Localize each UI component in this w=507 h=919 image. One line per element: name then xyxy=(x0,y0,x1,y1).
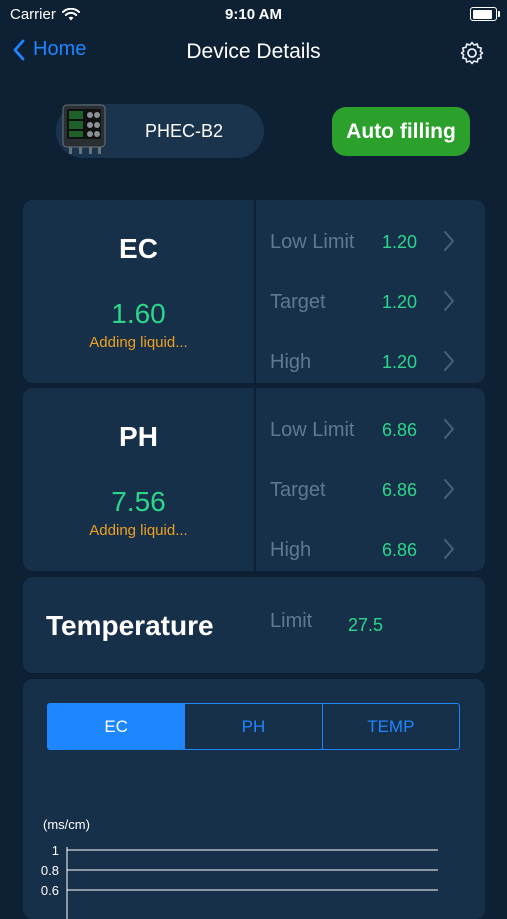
chevron-right-icon xyxy=(444,351,454,371)
card-divider xyxy=(254,200,256,383)
ph-card: PH 7.56 Adding liquid... Low Limit 6.86 … xyxy=(23,388,485,571)
chevron-right-icon xyxy=(444,479,454,499)
y-tick-label: 1 xyxy=(52,843,59,858)
y-axis-unit-label: (ms/cm) xyxy=(43,817,90,832)
ph-high-value: 6.86 xyxy=(382,540,418,560)
ec-title: EC xyxy=(119,233,158,264)
ec-target-label: Target xyxy=(270,291,326,313)
ec-low-limit-value: 1.20 xyxy=(382,232,418,252)
clock: 9:10 AM xyxy=(225,6,282,23)
device-name: PHEC-B2 xyxy=(144,121,224,141)
navigation-bar: Home Device Details xyxy=(0,30,507,74)
ph-target-label: Target xyxy=(270,479,326,501)
ec-summary: EC 1.60 Adding liquid... xyxy=(23,200,254,383)
ec-low-limit-label: Low Limit xyxy=(270,231,355,253)
ec-high-row[interactable]: High 1.20 xyxy=(270,341,480,381)
ec-target-value: 1.20 xyxy=(382,292,418,312)
ph-value: 7.56 xyxy=(111,486,166,517)
status-bar: Carrier 9:10 AM xyxy=(0,0,507,28)
ec-value: 1.60 xyxy=(111,298,166,329)
ph-high-label: High xyxy=(270,539,312,561)
gear-icon[interactable] xyxy=(459,40,485,66)
device-image xyxy=(62,104,106,154)
chevron-right-icon xyxy=(444,231,454,251)
y-tick-label: 0.8 xyxy=(41,863,59,878)
ec-card: EC 1.60 Adding liquid... Low Limit 1.20 … xyxy=(23,200,485,383)
ph-low-limit-value: 6.86 xyxy=(382,420,418,440)
temperature-limit-value: 27.5 xyxy=(348,615,384,635)
ph-target-value: 6.86 xyxy=(382,480,418,500)
ph-high-row[interactable]: High 6.86 xyxy=(270,529,480,569)
ec-status: Adding liquid... xyxy=(89,334,188,351)
y-tick-label: 0.6 xyxy=(41,883,59,898)
chevron-right-icon xyxy=(444,419,454,439)
temperature-limit-label: Limit xyxy=(270,610,313,632)
ph-target-row[interactable]: Target 6.86 xyxy=(270,469,480,509)
ph-title: PH xyxy=(119,421,158,452)
ec-high-label: High xyxy=(270,351,312,373)
chevron-right-icon xyxy=(444,539,454,559)
temperature-title: Temperature xyxy=(46,610,214,641)
ec-high-value: 1.20 xyxy=(382,352,418,372)
ph-summary: PH 7.56 Adding liquid... xyxy=(23,388,254,571)
card-divider xyxy=(254,388,256,571)
ph-low-limit-row[interactable]: Low Limit 6.86 xyxy=(270,409,480,449)
ec-low-limit-row[interactable]: Low Limit 1.20 xyxy=(270,221,480,261)
chevron-right-icon xyxy=(444,291,454,311)
temperature-card[interactable]: Temperature Limit 27.5 xyxy=(23,577,485,673)
ph-status: Adding liquid... xyxy=(89,522,188,539)
page-title: Device Details xyxy=(186,40,321,63)
ec-target-row[interactable]: Target 1.20 xyxy=(270,281,480,321)
ph-low-limit-label: Low Limit xyxy=(270,419,355,441)
auto-filling-button[interactable]: Auto filling xyxy=(332,107,470,156)
chart-card: EC PH TEMP (ms/cm) 1 0.8 0.6 xyxy=(23,679,485,919)
history-chart: (ms/cm) 1 0.8 0.6 xyxy=(41,817,438,919)
battery-icon xyxy=(470,7,500,21)
